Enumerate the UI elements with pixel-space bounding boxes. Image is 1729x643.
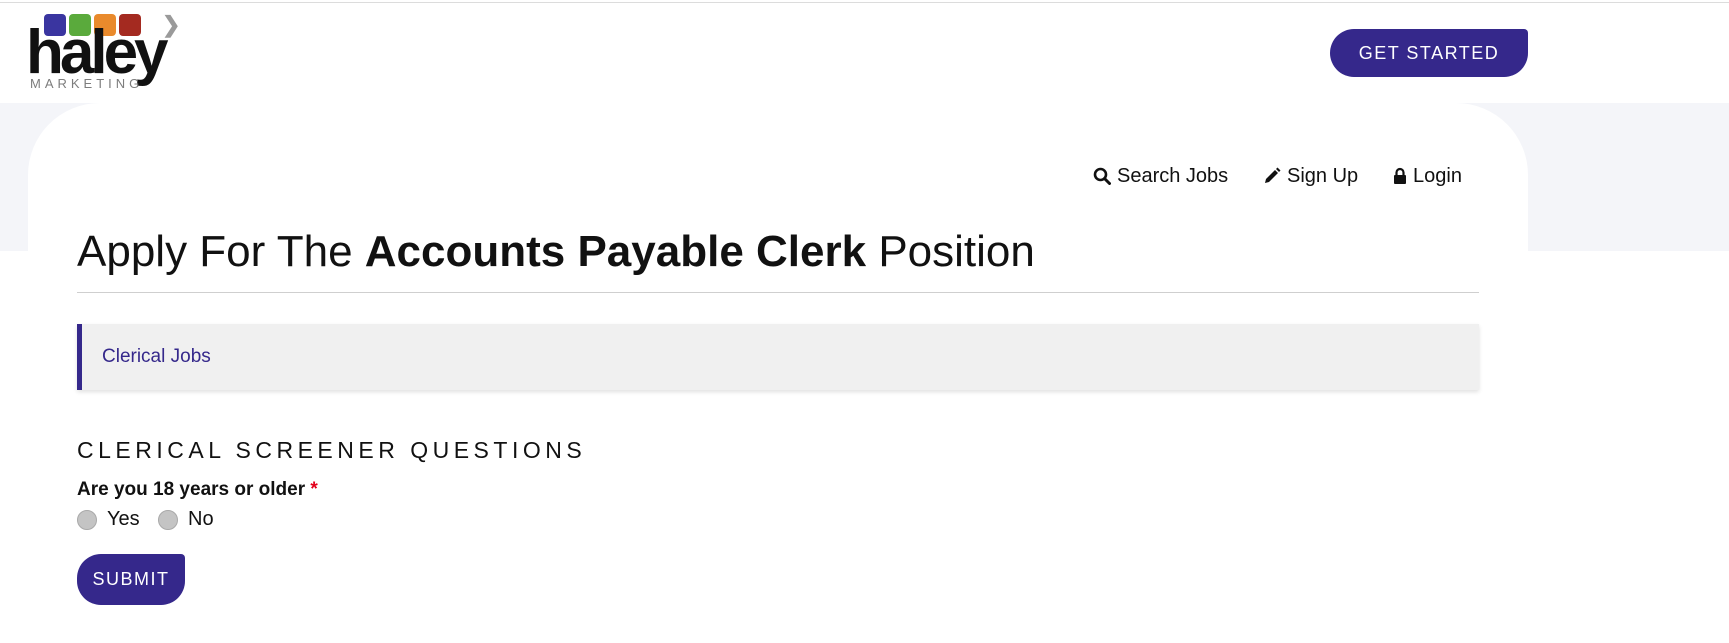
nav-sign-up-label: Sign Up (1287, 164, 1359, 187)
logo-wordmark: haley (26, 18, 169, 87)
radio-no[interactable] (158, 509, 178, 530)
lock-icon (1394, 167, 1406, 184)
category-callout: Clerical Jobs (77, 324, 1479, 390)
get-started-button[interactable]: GET STARTED (1330, 29, 1528, 77)
radio-yes[interactable] (77, 509, 97, 530)
haley-marketing-logo[interactable]: ❯ haley MARKETING (26, 14, 180, 94)
radio-no-label[interactable]: No (188, 508, 214, 531)
radio-yes-label[interactable]: Yes (107, 508, 140, 531)
radio-option-no[interactable]: No (158, 508, 214, 531)
title-divider (77, 292, 1479, 293)
nav-sign-up[interactable]: Sign Up (1263, 164, 1358, 188)
search-icon (1093, 167, 1111, 185)
submit-button[interactable]: SUBMIT (77, 554, 185, 605)
title-suffix: Position (866, 227, 1035, 276)
title-job-name: Accounts Payable Clerk (364, 227, 867, 276)
required-marker: * (310, 479, 318, 500)
pencil-icon (1265, 167, 1281, 183)
category-link[interactable]: Clerical Jobs (102, 346, 211, 368)
nav-search-jobs[interactable]: Search Jobs (1093, 164, 1228, 188)
nav-login[interactable]: Login (1393, 164, 1462, 188)
age-question-label: Are you 18 years or older * (77, 479, 318, 501)
radio-option-yes[interactable]: Yes (77, 508, 140, 531)
title-prefix: Apply For The (77, 227, 365, 276)
age-question-text: Are you 18 years or older (77, 479, 306, 500)
section-heading: CLERICAL SCREENER QUESTIONS (77, 437, 587, 463)
top-border (0, 2, 1729, 3)
logo-subtitle: MARKETING (30, 76, 144, 91)
nav-login-label: Login (1413, 164, 1462, 187)
page-title: Apply For The Accounts Payable Clerk Pos… (77, 226, 1035, 278)
nav-search-jobs-label: Search Jobs (1117, 164, 1229, 187)
